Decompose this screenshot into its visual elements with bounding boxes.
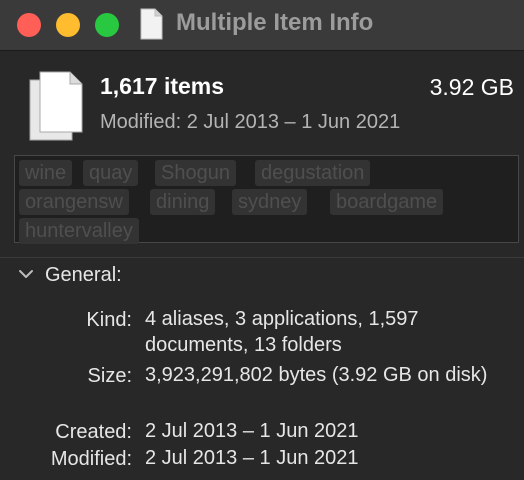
document-icon: [140, 8, 163, 40]
title-bar: Multiple Item Info: [0, 0, 524, 51]
tag-token[interactable]: wine: [19, 160, 73, 186]
section-divider: [0, 257, 524, 258]
tag-token[interactable]: Shogun: [155, 160, 236, 186]
minimize-button[interactable]: [56, 13, 80, 37]
tags-field[interactable]: wine quay Shogun degustation orangensw d…: [14, 155, 519, 244]
size-label: Size:: [87, 365, 132, 387]
chevron-down-icon[interactable]: [18, 266, 34, 282]
tag-token[interactable]: orangensw: [19, 189, 129, 215]
created-label: Created:: [55, 421, 132, 443]
size-value: 3,923,291,802 bytes (3.92 GB on disk): [145, 364, 488, 386]
modified-range: Modified: 2 Jul 2013 – 1 Jun 2021: [100, 111, 401, 133]
modified-value: 2 Jul 2013 – 1 Jun 2021: [145, 447, 359, 469]
created-value: 2 Jul 2013 – 1 Jun 2021: [145, 420, 359, 442]
zoom-button[interactable]: [95, 13, 119, 37]
general-section-title[interactable]: General:: [45, 264, 122, 287]
tag-token[interactable]: boardgame: [330, 189, 444, 215]
window-title: Multiple Item Info: [176, 9, 374, 36]
total-size: 3.92 GB: [429, 74, 514, 100]
kind-label: Kind:: [86, 309, 132, 331]
close-button[interactable]: [17, 13, 41, 37]
kind-value: 4 aliases, 3 applications, 1,597 documen…: [145, 308, 419, 356]
modified-label: Modified:: [50, 448, 132, 470]
tag-token[interactable]: degustation: [255, 160, 371, 186]
tag-token[interactable]: huntervalley: [19, 218, 139, 244]
documents-stack-icon: [29, 71, 83, 141]
tag-token[interactable]: quay: [83, 160, 139, 186]
tag-token[interactable]: dining: [150, 189, 216, 215]
item-count: 1,617 items: [100, 73, 225, 99]
tag-token[interactable]: sydney: [232, 189, 308, 215]
